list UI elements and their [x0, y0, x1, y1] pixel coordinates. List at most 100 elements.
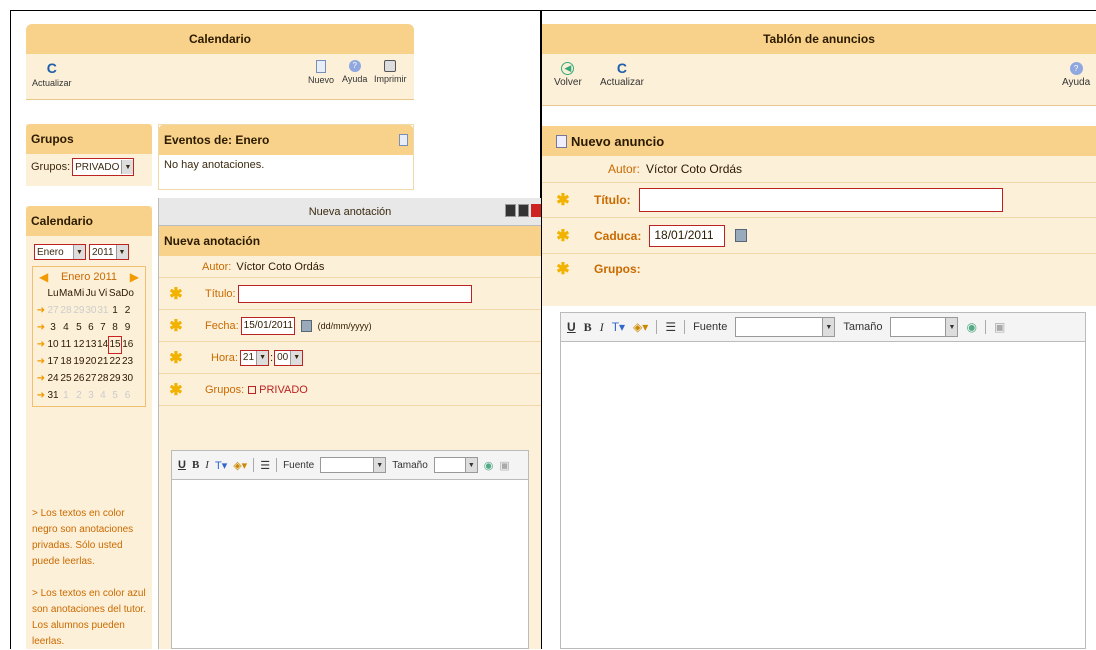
- maximize-icon[interactable]: [518, 204, 529, 217]
- week-arrow-icon[interactable]: ➜: [35, 353, 47, 370]
- underline-icon[interactable]: U: [567, 320, 576, 334]
- calendar-day[interactable]: 31: [97, 302, 109, 319]
- back-button[interactable]: ◀ Volver: [554, 62, 582, 88]
- new-label: Nuevo: [308, 75, 335, 85]
- date-input[interactable]: 15/01/2011: [240, 316, 295, 335]
- size-select[interactable]: ▼: [890, 317, 959, 337]
- calendar-day[interactable]: 24: [47, 370, 59, 387]
- next-month-icon[interactable]: ▶: [130, 270, 139, 284]
- calendar-day[interactable]: 17: [47, 353, 59, 370]
- calendar-day[interactable]: 29: [73, 302, 85, 319]
- calendar-day[interactable]: 5: [73, 319, 85, 336]
- year-select[interactable]: 2011 ▼: [89, 244, 129, 260]
- calendar-day[interactable]: 27: [85, 370, 97, 387]
- calendar-day[interactable]: 9: [121, 319, 134, 336]
- calendar-day[interactable]: 16: [121, 336, 134, 353]
- font-select[interactable]: ▼: [320, 457, 387, 473]
- calendar-day[interactable]: 25: [59, 370, 73, 387]
- refresh-icon: C: [616, 60, 628, 76]
- calendar-day-selected[interactable]: 15: [108, 335, 122, 354]
- font-select[interactable]: ▼: [735, 317, 836, 337]
- calendar-day[interactable]: 1: [59, 387, 73, 404]
- calendar-day[interactable]: 11: [59, 336, 73, 353]
- italic-icon[interactable]: I: [205, 459, 209, 471]
- bold-icon[interactable]: B: [584, 320, 592, 335]
- minute-select[interactable]: 00 ▼: [274, 349, 304, 366]
- calendar-day[interactable]: 30: [85, 302, 97, 319]
- week-arrow-icon[interactable]: ➜: [35, 319, 47, 336]
- calendar-day[interactable]: 31: [47, 387, 59, 404]
- new-button[interactable]: Nuevo: [308, 60, 334, 85]
- calendar-day[interactable]: 27: [47, 302, 59, 319]
- hour-select[interactable]: 21 ▼: [239, 349, 270, 366]
- title-input[interactable]: [237, 284, 472, 303]
- bold-icon[interactable]: B: [192, 459, 199, 471]
- calendar-day[interactable]: 26: [73, 370, 85, 387]
- calendar-day[interactable]: 4: [59, 319, 73, 336]
- calendar-day[interactable]: 4: [97, 387, 109, 404]
- prev-month-icon[interactable]: ◀: [39, 270, 48, 284]
- help-label: Ayuda: [342, 74, 368, 84]
- week-arrow-icon[interactable]: ➜: [35, 336, 47, 353]
- week-arrow-icon[interactable]: ➜: [35, 387, 47, 404]
- calendar-picker-icon[interactable]: [735, 229, 748, 242]
- add-event-icon[interactable]: [399, 134, 408, 146]
- calendar-day[interactable]: 7: [97, 319, 109, 336]
- text-color-icon[interactable]: T▾: [612, 320, 625, 334]
- underline-icon[interactable]: U: [178, 459, 186, 471]
- paste-icon[interactable]: ▣: [994, 320, 1005, 334]
- calendar-day[interactable]: 2: [121, 302, 134, 319]
- calendar-day[interactable]: 12: [73, 336, 85, 353]
- editor-content-area[interactable]: [171, 480, 529, 649]
- list-icon[interactable]: ☰: [260, 459, 270, 472]
- calendar-day[interactable]: 23: [121, 353, 134, 370]
- refresh-button[interactable]: C Actualizar: [32, 60, 72, 88]
- calendar-day[interactable]: 21: [97, 353, 109, 370]
- month-select[interactable]: Enero ▼: [34, 244, 86, 260]
- editor-content-area[interactable]: [560, 342, 1086, 649]
- weekday-header: Mi: [73, 288, 85, 299]
- calendar-day[interactable]: 3: [47, 319, 59, 336]
- notice-expires-input[interactable]: 18/01/2011: [649, 224, 726, 247]
- calendar-day[interactable]: 6: [121, 387, 134, 404]
- calendar-day[interactable]: 6: [85, 319, 97, 336]
- calendar-day[interactable]: 28: [97, 370, 109, 387]
- link-icon[interactable]: ◉: [484, 459, 494, 472]
- list-icon[interactable]: ☰: [665, 320, 676, 334]
- calendar-day[interactable]: 10: [47, 336, 59, 353]
- calendar-day[interactable]: 19: [73, 353, 85, 370]
- calendar-day[interactable]: 22: [109, 353, 121, 370]
- calendar-day[interactable]: 30: [121, 370, 134, 387]
- calendar-day[interactable]: 28: [59, 302, 73, 319]
- week-arrow-icon[interactable]: ➜: [35, 370, 47, 387]
- mini-calendar: ◀ Enero 2011 ▶ Lu Ma Mi Ju Vi Sa Do ➜ 27 28 29 30 3…: [32, 266, 146, 407]
- calendar-day[interactable]: 18: [59, 353, 73, 370]
- size-select[interactable]: ▼: [433, 457, 478, 473]
- calendar-day[interactable]: 20: [85, 353, 97, 370]
- highlight-color-icon[interactable]: ◈▾: [633, 320, 648, 334]
- text-color-icon[interactable]: T▾: [215, 459, 227, 472]
- calendar-day[interactable]: 3: [85, 387, 97, 404]
- week-arrow-icon[interactable]: ➜: [35, 302, 47, 319]
- calendar-picker-icon[interactable]: [300, 319, 312, 332]
- calendar-day[interactable]: 29: [109, 370, 121, 387]
- calendar-day[interactable]: 8: [109, 319, 121, 336]
- calendar-day[interactable]: 13: [85, 336, 97, 353]
- print-button[interactable]: Imprimir: [374, 60, 407, 84]
- link-icon[interactable]: ◉: [966, 320, 976, 334]
- calendar-day[interactable]: 1: [109, 302, 121, 319]
- group-checkbox[interactable]: [248, 385, 257, 394]
- minimize-icon[interactable]: [505, 204, 516, 217]
- italic-icon[interactable]: I: [600, 320, 604, 335]
- help-button[interactable]: ? Ayuda: [342, 60, 367, 84]
- refresh-button[interactable]: C Actualizar: [600, 60, 644, 88]
- new-notice-form: Nuevo anuncio Autor: Víctor Coto Ordás ✱…: [542, 126, 1096, 306]
- notice-title-input[interactable]: [638, 188, 1003, 212]
- paste-icon[interactable]: ▣: [499, 459, 509, 472]
- calendar-day[interactable]: 5: [109, 387, 121, 404]
- calendar-day[interactable]: 2: [73, 387, 85, 404]
- groups-select[interactable]: PRIVADO ▼: [72, 158, 135, 176]
- calendar-day[interactable]: 14: [97, 336, 109, 353]
- help-button[interactable]: ? Ayuda: [1062, 62, 1090, 88]
- highlight-color-icon[interactable]: ◈▾: [233, 459, 247, 472]
